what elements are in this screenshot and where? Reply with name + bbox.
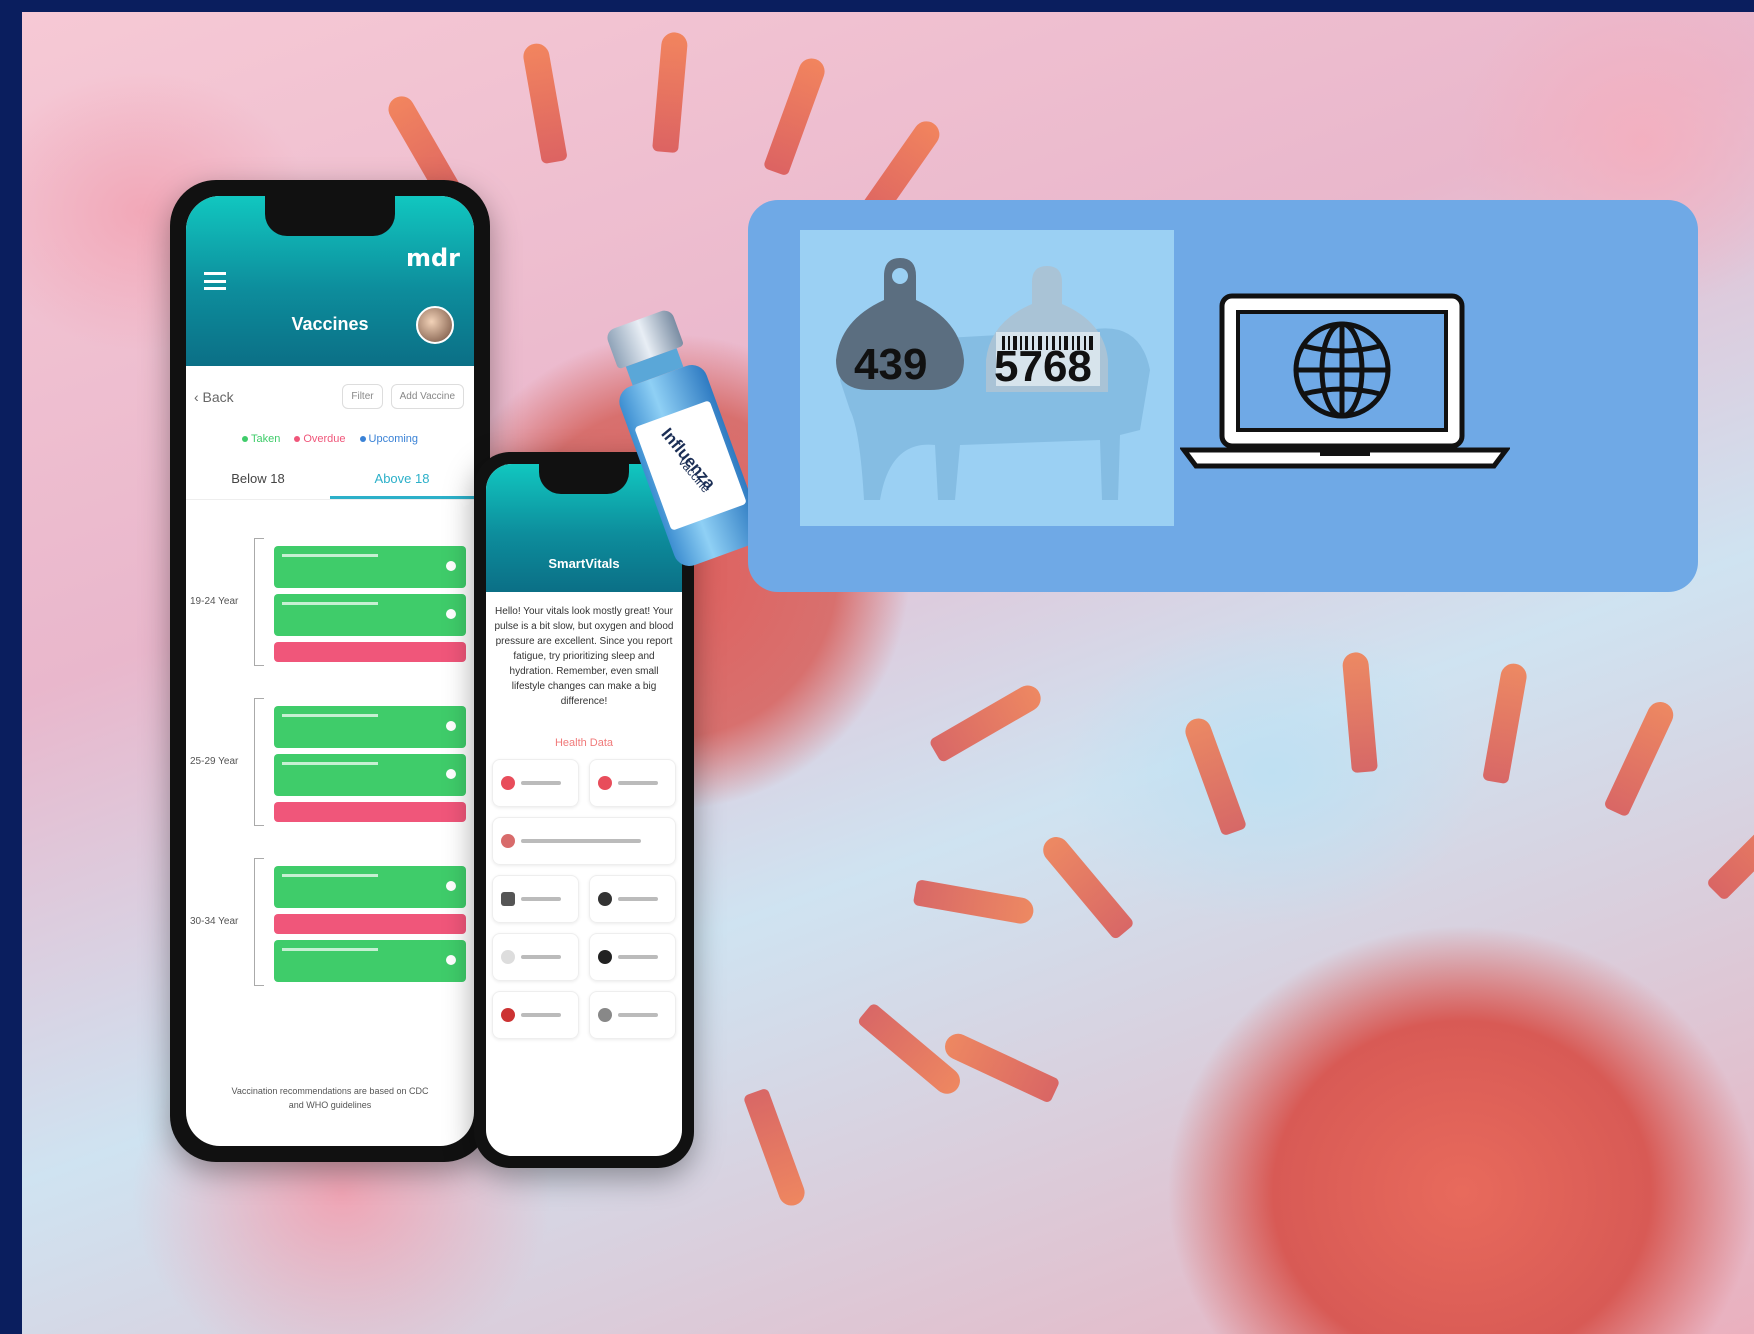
virus-spike bbox=[1705, 797, 1754, 902]
vaccine-overdue-bar[interactable] bbox=[274, 802, 466, 822]
page-title: SmartVitals bbox=[548, 556, 620, 571]
group-bracket bbox=[254, 698, 264, 826]
vaccine-taken-bar[interactable] bbox=[274, 546, 466, 588]
vaccine-overdue-bar[interactable] bbox=[274, 642, 466, 662]
pressure-icon bbox=[501, 834, 515, 848]
vaccines-phone: mdr Vaccines ‹ Back Filter Add Vaccine T… bbox=[170, 180, 490, 1162]
virus-spike bbox=[1603, 697, 1678, 818]
tracking-panel: 439 5768 bbox=[748, 200, 1698, 592]
health-card[interactable] bbox=[492, 759, 579, 807]
phone-notch bbox=[539, 464, 629, 494]
health-card[interactable] bbox=[492, 991, 579, 1039]
filter-button[interactable]: Filter bbox=[342, 384, 383, 409]
group-label: 25-29 Year bbox=[190, 756, 239, 767]
water-icon bbox=[501, 892, 515, 906]
virus-spike bbox=[1341, 651, 1378, 774]
health-card[interactable] bbox=[492, 817, 676, 865]
health-card[interactable] bbox=[589, 991, 676, 1039]
menu-icon[interactable] bbox=[204, 272, 226, 290]
tab-below-18[interactable]: Below 18 bbox=[186, 471, 330, 499]
vaccine-taken-bar[interactable] bbox=[274, 866, 466, 908]
vaccine-group: 30-34 Year bbox=[186, 858, 474, 986]
group-label: 19-24 Year bbox=[190, 596, 239, 607]
guidelines-footnote: Vaccination recommendations are based on… bbox=[231, 1086, 429, 1110]
back-button[interactable]: ‹ Back bbox=[194, 389, 234, 405]
sleep-icon bbox=[598, 1008, 612, 1022]
group-label: 30-34 Year bbox=[190, 916, 239, 927]
health-cards bbox=[486, 749, 682, 1049]
oxygen-icon bbox=[598, 776, 612, 790]
fatigue-icon bbox=[501, 950, 515, 964]
health-card[interactable] bbox=[589, 759, 676, 807]
vitals-summary: Hello! Your vitals look mostly great! Yo… bbox=[494, 606, 674, 707]
smartvitals-screen: SmartVitals Hello! Your vitals look most… bbox=[486, 464, 682, 1156]
add-vaccine-button[interactable]: Add Vaccine bbox=[390, 384, 464, 409]
group-bracket bbox=[254, 858, 264, 986]
virus-spike bbox=[742, 1087, 809, 1210]
cattle-tag-image: 439 5768 bbox=[800, 230, 1174, 526]
virus-spike bbox=[521, 41, 568, 165]
legend-taken: Taken bbox=[241, 433, 280, 445]
health-card[interactable] bbox=[589, 933, 676, 981]
age-tabs: Below 18 Above 18 bbox=[186, 471, 474, 500]
virus-spike bbox=[1181, 714, 1248, 837]
health-card[interactable] bbox=[492, 933, 579, 981]
vaccine-taken-bar[interactable] bbox=[274, 754, 466, 796]
smartvitals-phone: SmartVitals Hello! Your vitals look most… bbox=[474, 452, 694, 1168]
virus-spike bbox=[762, 54, 829, 177]
ear-tag-number: 439 bbox=[854, 340, 928, 389]
health-card[interactable] bbox=[492, 875, 579, 923]
legend-overdue: Overdue bbox=[294, 433, 346, 445]
vaccine-group: 19-24 Year bbox=[186, 538, 474, 666]
heart-rate-icon bbox=[598, 950, 612, 964]
status-legend: Taken Overdue Upcoming bbox=[186, 433, 474, 445]
avatar[interactable] bbox=[416, 306, 454, 344]
virus-spike bbox=[940, 1029, 1061, 1104]
vaccines-screen: mdr Vaccines ‹ Back Filter Add Vaccine T… bbox=[186, 196, 474, 1146]
heart-icon bbox=[501, 776, 515, 790]
health-card[interactable] bbox=[589, 875, 676, 923]
vaccine-group: 25-29 Year bbox=[186, 698, 474, 826]
brand-logo: mdr bbox=[405, 244, 460, 272]
vaccine-taken-bar[interactable] bbox=[274, 594, 466, 636]
vaccine-overdue-bar[interactable] bbox=[274, 914, 466, 934]
thermometer-icon bbox=[598, 892, 612, 906]
virus-spike bbox=[652, 31, 689, 154]
virus-spike bbox=[928, 680, 1046, 764]
outer-frame: mdr Vaccines ‹ Back Filter Add Vaccine T… bbox=[0, 0, 1754, 1334]
legend-upcoming: Upcoming bbox=[359, 433, 418, 445]
tab-above-18[interactable]: Above 18 bbox=[330, 471, 474, 499]
vaccine-taken-bar[interactable] bbox=[274, 706, 466, 748]
virus-spike bbox=[1037, 831, 1135, 941]
virus-spike bbox=[1482, 661, 1529, 785]
barcode-tag-number: 5768 bbox=[994, 342, 1092, 391]
phone-notch bbox=[265, 196, 395, 236]
globe-icon bbox=[1293, 321, 1391, 419]
recovery-icon bbox=[501, 1008, 515, 1022]
vaccine-taken-bar[interactable] bbox=[274, 940, 466, 982]
toolbar: ‹ Back Filter Add Vaccine bbox=[186, 366, 474, 409]
section-title: Health Data bbox=[554, 737, 614, 749]
group-bracket bbox=[254, 538, 264, 666]
laptop-icon bbox=[1180, 293, 1510, 469]
virus-spike bbox=[912, 879, 1036, 926]
